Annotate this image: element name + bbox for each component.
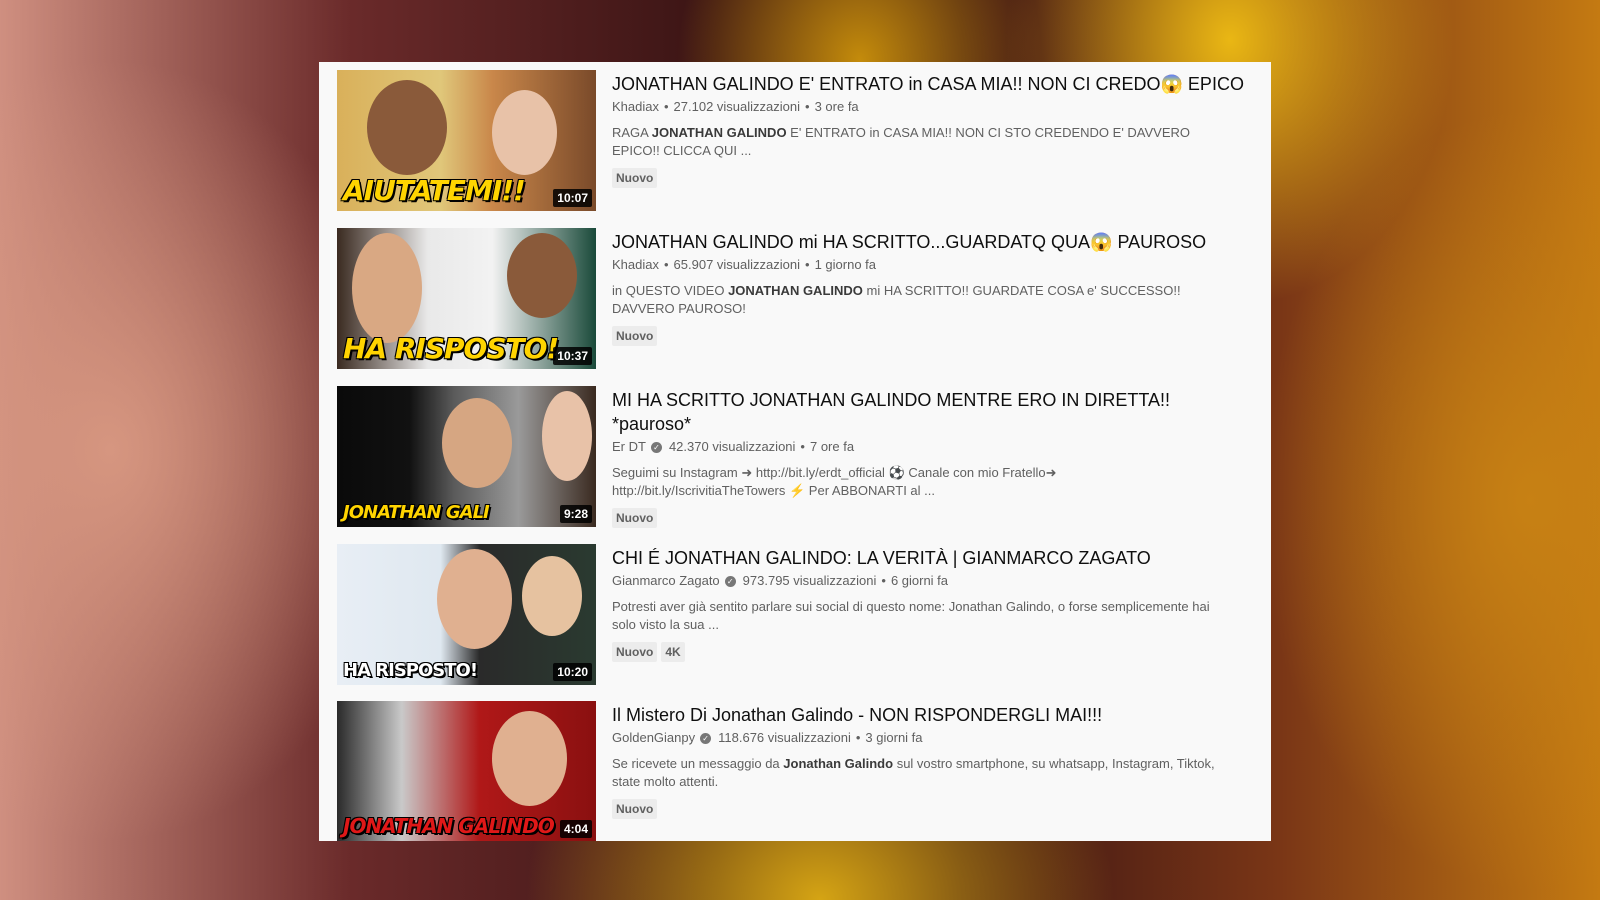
- new-badge: Nuovo: [612, 326, 658, 346]
- view-count: 118.676 visualizzazioni: [718, 730, 851, 745]
- thumbnail-caption: JONATHAN GALI: [343, 502, 490, 523]
- search-result[interactable]: HA RISPOSTO! 10:20 CHI É JONATHAN GALIND…: [337, 544, 1253, 685]
- search-result[interactable]: JONATHAN GALI 9:28 MI HA SCRITTO JONATHA…: [337, 386, 1253, 528]
- meta-separator: •: [805, 257, 810, 272]
- meta-separator: •: [800, 439, 805, 454]
- video-thumbnail[interactable]: JONATHAN GALI 9:28: [337, 386, 596, 527]
- video-meta: Khadiax • 65.907 visualizzazioni • 1 gio…: [612, 256, 1253, 274]
- video-duration: 9:28: [559, 505, 592, 523]
- thumbnail-caption: HA RISPOSTO!: [343, 332, 559, 365]
- 4k-badge: 4K: [661, 642, 685, 662]
- channel-name[interactable]: Gianmarco Zagato: [612, 572, 720, 590]
- view-count: 65.907 visualizzazioni: [673, 257, 801, 272]
- search-result[interactable]: AIUTATEMI!! 10:07 JONATHAN GALINDO E' EN…: [337, 70, 1253, 211]
- video-meta: GoldenGianpy ✓ 118.676 visualizzazioni •…: [612, 729, 1253, 747]
- meta-separator: •: [663, 99, 669, 114]
- meta-separator: •: [663, 257, 669, 272]
- video-meta: Er DT ✓ 42.370 visualizzazioni • 7 ore f…: [612, 438, 1253, 456]
- upload-age: 3 giorni fa: [865, 730, 923, 745]
- view-count: 27.102 visualizzazioni: [673, 99, 801, 114]
- channel-name[interactable]: Khadiax: [612, 98, 659, 116]
- video-thumbnail[interactable]: HA RISPOSTO! 10:20: [337, 544, 596, 685]
- upload-age: 7 ore fa: [809, 439, 855, 454]
- new-badge: Nuovo: [612, 168, 658, 188]
- thumbnail-caption: JONATHAN GALINDO: [343, 814, 555, 838]
- upload-age: 3 ore fa: [814, 99, 859, 114]
- new-badge: Nuovo: [612, 642, 658, 662]
- verified-check-icon: ✓: [650, 441, 662, 453]
- video-duration: 10:37: [553, 347, 592, 365]
- view-count: 42.370 visualizzazioni: [668, 439, 796, 454]
- view-count: 973.795 visualizzazioni: [742, 573, 877, 588]
- video-description: in QUESTO VIDEO JONATHAN GALINDO mi HA S…: [612, 283, 1181, 316]
- meta-separator: •: [855, 730, 861, 745]
- channel-name[interactable]: GoldenGianpy: [612, 729, 695, 747]
- video-duration: 10:20: [553, 663, 592, 681]
- search-result[interactable]: HA RISPOSTO! 10:37 JONATHAN GALINDO mi H…: [337, 228, 1253, 369]
- video-thumbnail[interactable]: AIUTATEMI!! 10:07: [337, 70, 596, 211]
- new-badge: Nuovo: [612, 508, 658, 528]
- video-duration: 10:07: [553, 189, 592, 207]
- video-duration: 4:04: [559, 820, 592, 838]
- upload-age: 1 giorno fa: [814, 257, 877, 272]
- channel-name[interactable]: Er DT: [612, 438, 646, 456]
- video-meta: Gianmarco Zagato ✓ 973.795 visualizzazio…: [612, 572, 1253, 590]
- video-title[interactable]: Il Mistero Di Jonathan Galindo - NON RIS…: [612, 703, 1253, 727]
- video-description: RAGA JONATHAN GALINDO E' ENTRATO in CASA…: [612, 125, 1191, 158]
- new-badge: Nuovo: [612, 799, 658, 819]
- video-title[interactable]: MI HA SCRITTO JONATHAN GALINDO MENTRE ER…: [612, 388, 1253, 436]
- video-description: Potresti aver già sentito parlare sui so…: [612, 599, 1210, 632]
- meta-separator: •: [805, 99, 810, 114]
- video-description: Seguimi su Instagram ➜ http://bit.ly/erd…: [612, 465, 1057, 498]
- video-description: Se ricevete un messaggio da Jonathan Gal…: [612, 756, 1215, 789]
- video-title[interactable]: JONATHAN GALINDO mi HA SCRITTO...GUARDAT…: [612, 230, 1253, 254]
- video-meta: Khadiax • 27.102 visualizzazioni • 3 ore…: [612, 98, 1253, 116]
- video-title[interactable]: JONATHAN GALINDO E' ENTRATO in CASA MIA!…: [612, 72, 1253, 96]
- video-title[interactable]: CHI É JONATHAN GALINDO: LA VERITÀ | GIAN…: [612, 546, 1253, 570]
- video-thumbnail[interactable]: HA RISPOSTO! 10:37: [337, 228, 596, 369]
- search-result[interactable]: JONATHAN GALINDO 4:04 Il Mistero Di Jona…: [337, 701, 1253, 841]
- video-thumbnail[interactable]: JONATHAN GALINDO 4:04: [337, 701, 596, 841]
- thumbnail-caption: HA RISPOSTO!: [343, 660, 478, 681]
- meta-separator: •: [881, 573, 886, 588]
- verified-check-icon: ✓: [724, 575, 736, 587]
- upload-age: 6 giorni fa: [890, 573, 949, 588]
- search-results-panel: AIUTATEMI!! 10:07 JONATHAN GALINDO E' EN…: [319, 62, 1271, 841]
- verified-check-icon: ✓: [700, 732, 712, 744]
- thumbnail-caption: AIUTATEMI!!: [343, 174, 526, 207]
- channel-name[interactable]: Khadiax: [612, 256, 659, 274]
